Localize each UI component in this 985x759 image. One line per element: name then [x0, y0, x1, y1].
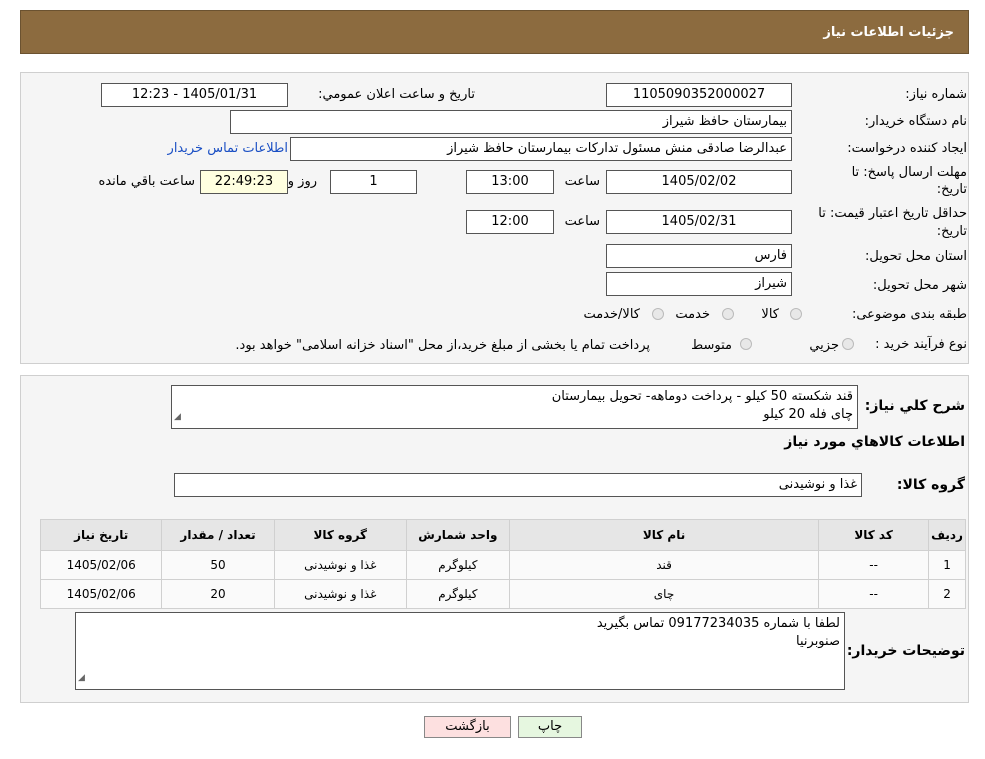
table-header-row: ردیف کد کالا نام کالا واحد شمارش گروه کا… — [39, 519, 966, 551]
page-header: جزئیات اطلاعات نیاز — [20, 10, 969, 54]
purchase-note: پرداخت تمام یا بخشی از مبلغ خرید،از محل … — [235, 338, 650, 353]
cell-date: 1405/02/06 — [39, 579, 163, 609]
cell-row: 1 — [928, 550, 966, 580]
cell-code: -- — [818, 550, 930, 580]
cell-qty: 50 — [161, 550, 275, 580]
category-goods-radio[interactable] — [790, 308, 802, 320]
days-label: روز و — [287, 174, 317, 189]
province-label: استان محل تحویل: — [865, 249, 967, 264]
category-service-label: خدمت — [675, 307, 710, 322]
remaining-time-field: 22:49:23 — [200, 170, 288, 194]
category-goods-label: کالا — [761, 307, 779, 322]
creator-label: ایجاد کننده درخواست: — [847, 141, 967, 156]
description-line-2: چای فله 20 کیلو — [763, 407, 853, 422]
col-qty-header: تعداد / مقدار — [161, 519, 275, 551]
back-button[interactable]: بازگشت — [424, 716, 511, 738]
cell-qty: 20 — [161, 579, 275, 609]
buyer-org-field: بیمارستان حافظ شیراز — [230, 110, 792, 134]
deadline-date-field: 1405/02/02 — [606, 170, 792, 194]
cell-code: -- — [818, 579, 930, 609]
creator-field: عبدالرضا صادقی منش مسئول تدارکات بیمارست… — [290, 137, 792, 161]
goods-table: ردیف کد کالا نام کالا واحد شمارش گروه کا… — [39, 519, 966, 609]
city-field: شیراز — [606, 272, 792, 296]
resize-grip-icon[interactable]: ◢ — [78, 669, 85, 687]
cell-name: قند — [508, 550, 820, 580]
col-group-header: گروه کالا — [273, 519, 407, 551]
buyer-notes-textarea[interactable]: لطفا با شماره 09177234035 تماس بگیرید صن… — [75, 612, 845, 690]
purchase-type-label: نوع فرآیند خرید : — [875, 337, 967, 352]
contact-info-link[interactable]: اطلاعات تماس خریدار — [168, 141, 288, 156]
col-row-header: ردیف — [928, 519, 966, 551]
description-line-1: قند شکسته 50 کیلو - پرداخت دوماهه- تحویل… — [551, 389, 853, 404]
category-label: طبقه بندی موضوعی: — [851, 307, 967, 322]
need-number-field: 1105090352000027 — [606, 83, 792, 107]
table-row: 1 -- قند کیلوگرم غذا و نوشیدنی 50 1405/0… — [39, 550, 966, 580]
purchase-minor-label: جزيي — [809, 338, 839, 353]
days-field: 1 — [330, 170, 417, 194]
validity-label-line1: حداقل تاریخ اعتبار قیمت: تا — [818, 206, 967, 221]
goods-group-label: گروه کالا: — [896, 477, 965, 493]
province-field: فارس — [606, 244, 792, 268]
cell-group: غذا و نوشیدنی — [273, 550, 407, 580]
col-unit-header: واحد شمارش — [405, 519, 510, 551]
category-service-radio[interactable] — [722, 308, 734, 320]
announce-datetime-field: 1405/01/31 - 12:23 — [101, 83, 288, 107]
purchase-minor-radio[interactable] — [842, 338, 854, 350]
city-label: شهر محل تحویل: — [872, 278, 967, 293]
cell-date: 1405/02/06 — [39, 550, 163, 580]
buyer-org-label: نام دستگاه خریدار: — [864, 114, 967, 129]
col-date-header: تاریخ نیاز — [39, 519, 163, 551]
resize-grip-icon[interactable]: ◢ — [174, 408, 181, 426]
need-number-label: شماره نیاز: — [905, 87, 967, 102]
validity-label-line2: تاریخ: — [936, 224, 967, 239]
category-goods-service-radio[interactable] — [652, 308, 664, 320]
cell-unit: کیلوگرم — [405, 579, 510, 609]
deadline-label-line1: مهلت ارسال پاسخ: تا — [851, 165, 967, 180]
validity-time-label: ساعت — [564, 214, 600, 229]
buyer-notes-label: توضیحات خریدار: — [846, 643, 965, 659]
description-textarea[interactable]: قند شکسته 50 کیلو - پرداخت دوماهه- تحویل… — [171, 385, 858, 429]
description-label: شرح کلي نیاز: — [864, 398, 965, 414]
buyer-notes-line-2: صنوبرنیا — [796, 634, 840, 649]
goods-group-field: غذا و نوشیدنی — [174, 473, 862, 497]
validity-time-field: 12:00 — [466, 210, 554, 234]
goods-info-title: اطلاعات کالاهاي مورد نیاز — [784, 434, 965, 450]
cell-unit: کیلوگرم — [405, 550, 510, 580]
cell-name: چای — [508, 579, 820, 609]
deadline-time-label: ساعت — [564, 174, 600, 189]
print-button[interactable]: چاپ — [518, 716, 582, 738]
table-row: 2 -- چای کیلوگرم غذا و نوشیدنی 20 1405/0… — [39, 579, 966, 609]
deadline-time-field: 13:00 — [466, 170, 554, 194]
cell-group: غذا و نوشیدنی — [273, 579, 407, 609]
buyer-notes-line-1: لطفا با شماره 09177234035 تماس بگیرید — [596, 616, 840, 631]
col-code-header: کد کالا — [818, 519, 930, 551]
page-title: جزئیات اطلاعات نیاز — [823, 25, 954, 40]
col-name-header: نام کالا — [508, 519, 820, 551]
category-goods-service-label: کالا/خدمت — [583, 307, 640, 322]
purchase-medium-radio[interactable] — [740, 338, 752, 350]
announce-label: تاریخ و ساعت اعلان عمومي: — [318, 87, 475, 102]
cell-row: 2 — [928, 579, 966, 609]
purchase-medium-label: متوسط — [691, 338, 732, 353]
validity-date-field: 1405/02/31 — [606, 210, 792, 234]
remaining-label: ساعت باقي مانده — [98, 174, 195, 189]
deadline-label-line2: تاریخ: — [936, 182, 967, 197]
